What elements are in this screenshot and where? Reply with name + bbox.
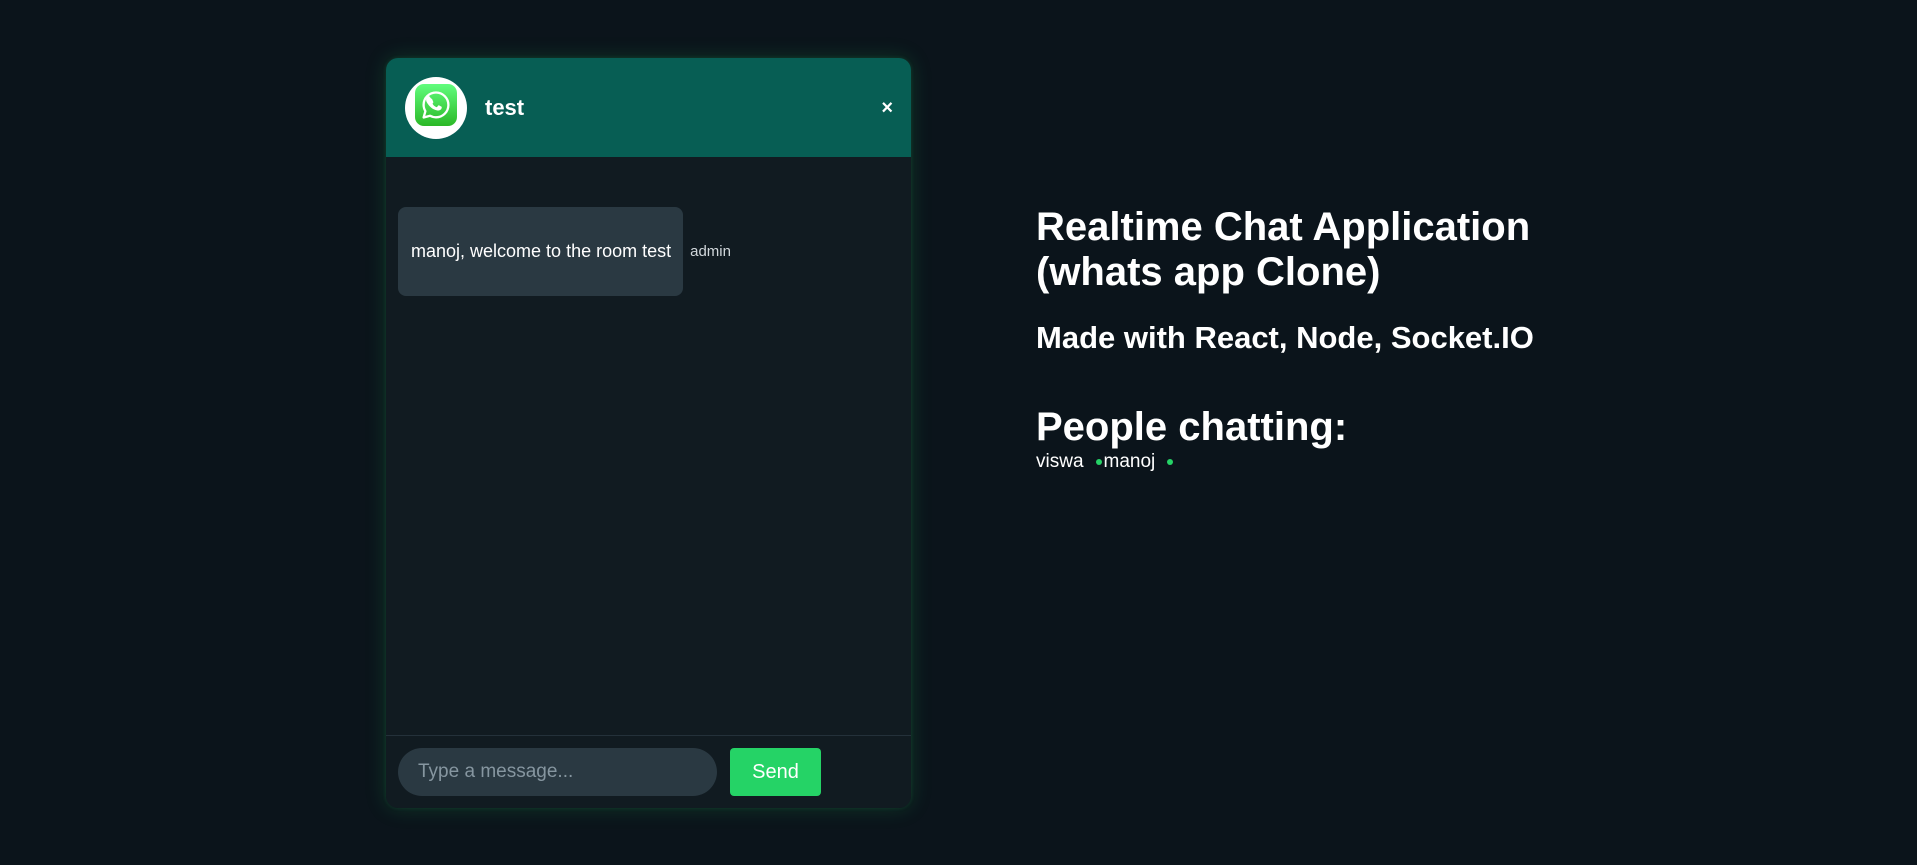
person-name: viswa (1036, 451, 1084, 472)
room-avatar (405, 76, 467, 139)
message-sender: admin (690, 243, 731, 260)
online-status-dot (1095, 459, 1102, 465)
message-composer: Send (386, 735, 911, 808)
close-button[interactable]: × (881, 98, 893, 118)
chat-header: test × (386, 58, 911, 157)
send-button[interactable]: Send (730, 748, 821, 796)
online-status-dot (1167, 459, 1174, 465)
message-list[interactable]: manoj, welcome to the room test admin (386, 157, 911, 735)
people-heading: People chatting: (1036, 405, 1348, 449)
message-text: manoj, welcome to the room test (411, 241, 672, 261)
app-title: Realtime Chat Application (whats app Clo… (1036, 205, 1531, 294)
person-item: manoj (1104, 450, 1176, 474)
person-name: manoj (1103, 451, 1156, 472)
whatsapp-logo-icon (414, 83, 458, 132)
person-item: viswa (1036, 450, 1104, 474)
message-input[interactable] (398, 748, 717, 796)
people-list: viswa manoj (1036, 450, 1556, 474)
app-subtitle: Made with React, Node, Socket.IO (1036, 320, 1534, 355)
chat-window: test × manoj, welcome to the room test a… (386, 58, 911, 808)
message-bubble: manoj, welcome to the room test (398, 207, 684, 296)
room-name: test (485, 94, 525, 120)
message-row: manoj, welcome to the room test admin (398, 207, 899, 296)
info-panel: Realtime Chat Application (whats app Clo… (1036, 205, 1556, 474)
